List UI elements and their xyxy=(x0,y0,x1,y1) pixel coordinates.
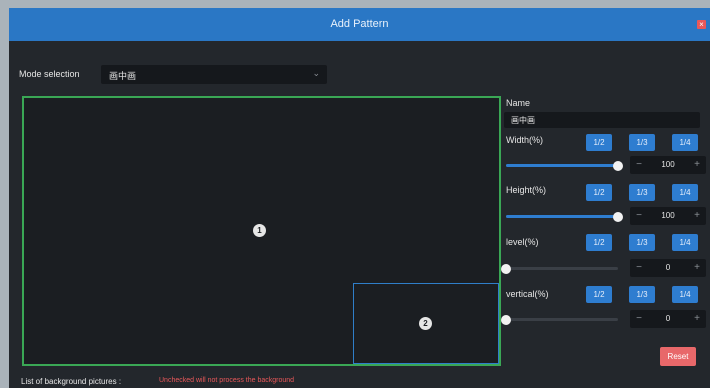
title-bar: Add Pattern × xyxy=(9,8,710,41)
level-slider[interactable] xyxy=(501,264,618,274)
level-half-button[interactable]: 1/2 xyxy=(586,234,612,251)
height-quarter-button[interactable]: 1/4 xyxy=(672,184,698,201)
vertical-increment-button[interactable]: + xyxy=(688,310,706,328)
width-increment-button[interactable]: + xyxy=(688,156,706,174)
vertical-third-button[interactable]: 1/3 xyxy=(629,286,655,303)
width-decrement-button[interactable]: − xyxy=(630,156,648,174)
background-note: Unchecked will not process the backgroun… xyxy=(159,377,295,384)
width-slider-fill xyxy=(506,164,618,167)
height-label: Height(%) xyxy=(506,185,547,195)
level-increment-button[interactable]: + xyxy=(688,259,706,277)
vertical-label: vertical(%) xyxy=(506,289,549,299)
chevron-down-icon: ⌄ xyxy=(312,68,320,78)
height-value[interactable]: 100 xyxy=(648,207,688,225)
width-value[interactable]: 100 xyxy=(648,156,688,174)
level-third-button[interactable]: 1/3 xyxy=(629,234,655,251)
zone-2-number-badge: 2 xyxy=(419,317,432,330)
background-pictures-label: List of background pictures : xyxy=(21,377,122,386)
dialog-title: Add Pattern xyxy=(330,18,389,30)
zone-1-number-badge: 1 xyxy=(253,224,266,237)
vertical-slider-thumb[interactable] xyxy=(501,315,511,325)
name-input-value: 画中画 xyxy=(511,116,535,125)
close-icon[interactable]: × xyxy=(697,20,706,29)
mode-selection-label: Mode selection xyxy=(19,69,80,79)
height-slider[interactable] xyxy=(506,212,623,222)
level-label: level(%) xyxy=(506,237,539,247)
width-third-button[interactable]: 1/3 xyxy=(629,134,655,151)
width-slider-thumb[interactable] xyxy=(613,161,623,171)
vertical-value[interactable]: 0 xyxy=(648,310,688,328)
mode-selection-value: 画中画 xyxy=(109,71,137,81)
add-pattern-dialog: Add Pattern × Mode selection 画中画 ⌄ 1 2 N… xyxy=(9,8,710,388)
height-third-button[interactable]: 1/3 xyxy=(629,184,655,201)
name-input[interactable]: 画中画 xyxy=(504,112,700,128)
width-half-button[interactable]: 1/2 xyxy=(586,134,612,151)
height-decrement-button[interactable]: − xyxy=(630,207,648,225)
level-quarter-button[interactable]: 1/4 xyxy=(672,234,698,251)
width-quarter-button[interactable]: 1/4 xyxy=(672,134,698,151)
vertical-quarter-button[interactable]: 1/4 xyxy=(672,286,698,303)
level-decrement-button[interactable]: − xyxy=(630,259,648,277)
width-stepper[interactable]: − 100 + xyxy=(630,156,706,174)
height-half-button[interactable]: 1/2 xyxy=(586,184,612,201)
height-stepper[interactable]: − 100 + xyxy=(630,207,706,225)
vertical-stepper[interactable]: − 0 + xyxy=(630,310,706,328)
level-slider-thumb[interactable] xyxy=(501,264,511,274)
height-slider-thumb[interactable] xyxy=(613,212,623,222)
level-stepper[interactable]: − 0 + xyxy=(630,259,706,277)
level-value[interactable]: 0 xyxy=(648,259,688,277)
mode-selection-dropdown[interactable]: 画中画 ⌄ xyxy=(101,65,327,84)
layout-zone-2[interactable]: 2 xyxy=(353,283,499,364)
reset-button[interactable]: Reset xyxy=(660,347,696,366)
vertical-slider[interactable] xyxy=(501,315,618,325)
height-increment-button[interactable]: + xyxy=(688,207,706,225)
vertical-half-button[interactable]: 1/2 xyxy=(586,286,612,303)
layout-canvas-zone-1[interactable]: 1 2 xyxy=(22,96,501,366)
vertical-decrement-button[interactable]: − xyxy=(630,310,648,328)
width-label: Width(%) xyxy=(506,135,544,145)
width-slider[interactable] xyxy=(506,161,623,171)
height-slider-fill xyxy=(506,215,618,218)
name-label: Name xyxy=(506,98,531,108)
